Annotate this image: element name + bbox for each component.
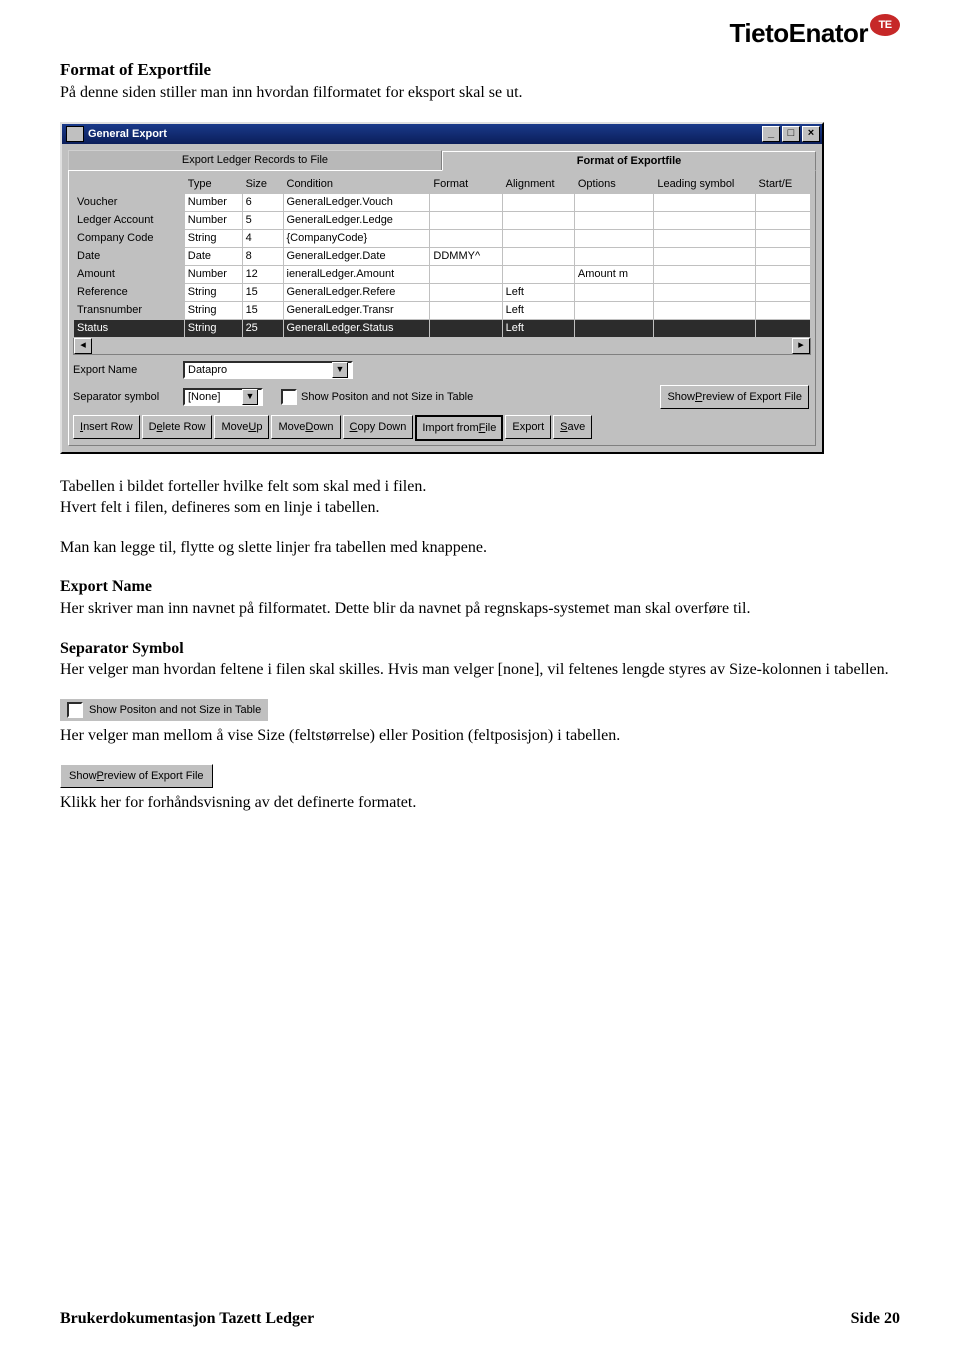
table-row[interactable]: Company CodeString4{CompanyCode} bbox=[74, 229, 811, 247]
snippet-preview-button: Show Preview of Export File bbox=[60, 764, 213, 788]
separator-combo[interactable]: [None] ▼ bbox=[183, 388, 263, 406]
table-row-selected[interactable]: StatusString25GeneralLedger.StatusLeft bbox=[74, 319, 811, 337]
col-alignment[interactable]: Alignment bbox=[502, 175, 574, 193]
exportname-label: Export Name bbox=[73, 364, 183, 376]
titlebar[interactable]: General Export _ □ × bbox=[62, 124, 822, 144]
table-header-row: Type Size Condition Format Alignment Opt… bbox=[74, 175, 811, 193]
col-type[interactable]: Type bbox=[184, 175, 242, 193]
exportname-para: Her skriver man inn navnet på filformate… bbox=[60, 598, 900, 620]
move-up-button[interactable]: Move Up bbox=[214, 415, 269, 439]
after-image-line3: Man kan legge til, flytte og slette linj… bbox=[60, 537, 900, 559]
horizontal-scrollbar[interactable]: ◂ ▸ bbox=[73, 338, 811, 355]
col-options[interactable]: Options bbox=[574, 175, 653, 193]
system-menu-icon[interactable] bbox=[66, 126, 84, 142]
showpos-label: Show Positon and not Size in Table bbox=[301, 391, 473, 403]
table-row[interactable]: TransnumberString15GeneralLedger.TransrL… bbox=[74, 301, 811, 319]
scroll-left-icon[interactable]: ◂ bbox=[74, 338, 92, 354]
close-button[interactable]: × bbox=[802, 126, 820, 142]
col-size[interactable]: Size bbox=[242, 175, 283, 193]
table-row[interactable]: AmountNumber12ieneralLedger.AmountAmount… bbox=[74, 265, 811, 283]
table-row[interactable]: DateDate8GeneralLedger.DateDDMMY^ bbox=[74, 247, 811, 265]
tab-export-records[interactable]: Export Ledger Records to File bbox=[68, 150, 442, 170]
showpos-checkbox[interactable] bbox=[281, 389, 297, 405]
fields-table[interactable]: Type Size Condition Format Alignment Opt… bbox=[73, 175, 811, 338]
after-image-line1: Tabellen i bildet forteller hvilke felt … bbox=[60, 476, 900, 498]
preview-para: Klikk her for forhåndsvisning av det def… bbox=[60, 792, 900, 814]
col-blank[interactable] bbox=[74, 175, 185, 193]
table-row[interactable]: VoucherNumber6GeneralLedger.Vouch bbox=[74, 193, 811, 211]
separator-para: Her velger man hvordan feltene i filen s… bbox=[60, 659, 900, 681]
scroll-right-icon[interactable]: ▸ bbox=[792, 338, 810, 354]
delete-row-button[interactable]: Delete Row bbox=[142, 415, 213, 439]
snippet-checkbox-icon bbox=[67, 702, 83, 718]
footer-right: Side 20 bbox=[851, 1310, 900, 1328]
copy-down-button[interactable]: Copy Down bbox=[343, 415, 414, 439]
exportname-value: Datapro bbox=[188, 364, 227, 376]
table-row[interactable]: Ledger AccountNumber5GeneralLedger.Ledge bbox=[74, 211, 811, 229]
col-start[interactable]: Start/E bbox=[755, 175, 810, 193]
intro-text: På denne siden stiller man inn hvordan f… bbox=[60, 82, 900, 104]
export-button[interactable]: Export bbox=[505, 415, 551, 439]
save-button[interactable]: Save bbox=[553, 415, 592, 439]
preview-button[interactable]: Show Preview of Export File bbox=[660, 385, 809, 409]
col-leading[interactable]: Leading symbol bbox=[654, 175, 755, 193]
brand-text: TietoEnator bbox=[730, 18, 868, 48]
separator-value: [None] bbox=[188, 391, 220, 403]
footer-left: Brukerdokumentasjon Tazett Ledger bbox=[60, 1310, 314, 1328]
col-format[interactable]: Format bbox=[430, 175, 502, 193]
snippet-showpos-text: Show Positon and not Size in Table bbox=[89, 704, 261, 716]
chevron-down-icon[interactable]: ▼ bbox=[242, 389, 258, 405]
window-title: General Export bbox=[88, 128, 760, 140]
snippet-showpos: Show Positon and not Size in Table bbox=[60, 699, 268, 721]
move-down-button[interactable]: Move Down bbox=[271, 415, 340, 439]
window-general-export: General Export _ □ × Export Ledger Recor… bbox=[60, 122, 824, 454]
minimize-button[interactable]: _ bbox=[762, 126, 780, 142]
separator-label: Separator symbol bbox=[73, 391, 183, 403]
exportname-heading: Export Name bbox=[60, 578, 152, 595]
tab-format-exportfile[interactable]: Format of Exportfile bbox=[442, 151, 816, 171]
col-condition[interactable]: Condition bbox=[283, 175, 430, 193]
section-heading-format: Format of Exportfile bbox=[60, 60, 900, 80]
insert-row-button[interactable]: Insert Row bbox=[73, 415, 140, 439]
separator-heading: Separator Symbol bbox=[60, 640, 184, 657]
brand-badge: TE bbox=[870, 14, 900, 36]
brand-logo: TietoEnatorTE bbox=[730, 18, 900, 49]
showpos-para: Her velger man mellom å vise Size (felts… bbox=[60, 725, 900, 747]
table-row[interactable]: ReferenceString15GeneralLedger.RefereLef… bbox=[74, 283, 811, 301]
exportname-combo[interactable]: Datapro ▼ bbox=[183, 361, 353, 379]
chevron-down-icon[interactable]: ▼ bbox=[332, 362, 348, 378]
maximize-button[interactable]: □ bbox=[782, 126, 800, 142]
after-image-line2: Hvert felt i filen, defineres som en lin… bbox=[60, 497, 900, 519]
import-from-file-button[interactable]: Import from File bbox=[415, 415, 503, 441]
